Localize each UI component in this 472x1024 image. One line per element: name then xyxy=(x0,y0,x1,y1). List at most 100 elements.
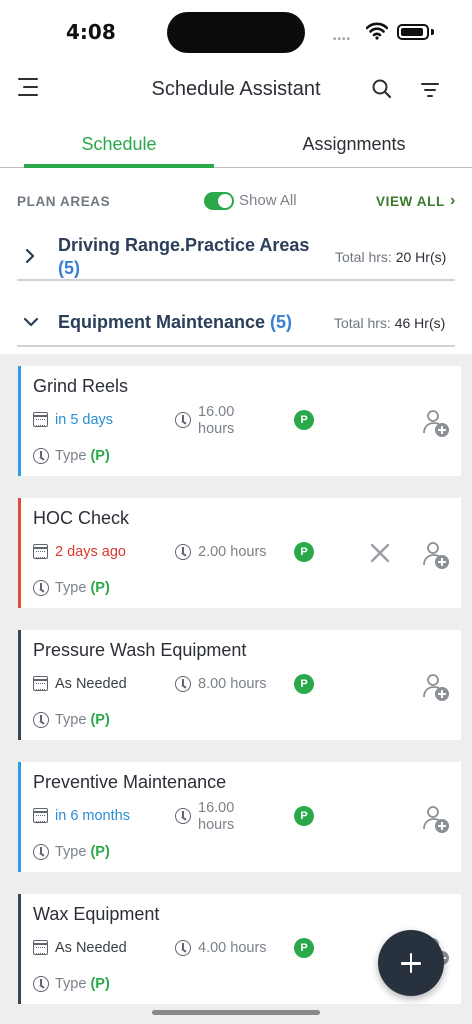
type-text: Type (P) xyxy=(55,976,110,992)
section-driving-range[interactable]: Driving Range.Practice Areas (5) Total h… xyxy=(0,232,472,282)
clock-icon xyxy=(33,976,49,992)
section-name: Equipment Maintenance xyxy=(58,312,266,332)
calendar-icon xyxy=(33,940,48,955)
add-task-button[interactable] xyxy=(378,930,444,996)
task-hours: 2.00 hours xyxy=(198,544,267,561)
status-time: 4:08 xyxy=(66,20,116,44)
due-date: in 6 months xyxy=(55,808,130,824)
priority-badge: P xyxy=(294,410,314,430)
home-indicator xyxy=(152,1010,320,1015)
section-count: (5) xyxy=(58,258,80,278)
plan-areas-label: PLAN AREAS xyxy=(17,194,111,209)
clock-icon xyxy=(33,712,49,728)
show-all-label: Show All xyxy=(239,192,297,209)
chevron-down-icon[interactable] xyxy=(24,316,38,328)
app-header: Schedule Assistant xyxy=(0,62,472,118)
clock-icon xyxy=(33,580,49,596)
close-icon[interactable] xyxy=(369,542,391,564)
add-person-icon[interactable] xyxy=(421,408,451,438)
due-date: As Needed xyxy=(55,940,127,956)
wifi-icon xyxy=(366,22,388,40)
search-icon[interactable] xyxy=(371,78,393,100)
clock-icon xyxy=(33,844,49,860)
hours-unit: hours xyxy=(198,817,235,833)
type-label: Type xyxy=(55,976,87,992)
type-text: Type (P) xyxy=(55,844,110,860)
clock-icon xyxy=(33,448,49,464)
hours-value: 8.00 hours xyxy=(198,676,267,692)
hours-value: 16.00 xyxy=(198,404,235,420)
type-value: (P) xyxy=(90,712,110,728)
hours-value: 4.00 hours xyxy=(198,940,267,956)
type-label: Type xyxy=(55,712,87,728)
task-card[interactable]: Preventive Maintenance in 6 months 16.00… xyxy=(18,762,461,872)
type-value: (P) xyxy=(90,580,110,596)
view-all-link[interactable]: VIEW ALL xyxy=(376,194,445,209)
total-value: 20 Hr(s) xyxy=(395,249,447,265)
chevron-right-icon[interactable]: › xyxy=(450,192,455,210)
task-name: Wax Equipment xyxy=(33,904,160,924)
cellular-signal-icon: •••• xyxy=(333,34,352,45)
type-text: Type (P) xyxy=(55,712,110,728)
section-name: Driving Range.Practice Areas xyxy=(58,235,310,255)
type-label: Type xyxy=(55,580,87,596)
task-list: Grind Reels in 5 days 16.00 hours P Type… xyxy=(0,354,472,1024)
tab-assignments[interactable]: Assignments xyxy=(258,134,450,155)
clock-icon xyxy=(175,544,191,560)
plus-icon xyxy=(409,953,413,973)
type-text: Type (P) xyxy=(55,580,110,596)
task-hours: 8.00 hours xyxy=(198,676,267,693)
section-divider xyxy=(17,345,455,347)
task-name: Grind Reels xyxy=(33,376,129,396)
hours-unit: hours xyxy=(198,421,235,437)
clock-icon xyxy=(175,676,191,692)
clock-icon xyxy=(175,808,191,824)
task-hours: 4.00 hours xyxy=(198,940,267,957)
due-date: in 5 days xyxy=(55,412,114,428)
task-card[interactable]: Pressure Wash Equipment As Needed 8.00 h… xyxy=(18,630,461,740)
hours-value: 2.00 hours xyxy=(198,544,267,560)
show-all-toggle[interactable] xyxy=(204,192,234,210)
task-card[interactable]: HOC Check 2 days ago 2.00 hours P Type (… xyxy=(18,498,461,608)
due-date: As Needed xyxy=(55,676,127,692)
status-bar: 4:08 •••• xyxy=(0,0,472,62)
section-title: Equipment Maintenance (5) xyxy=(58,311,328,334)
tab-schedule[interactable]: Schedule xyxy=(24,134,214,155)
calendar-icon xyxy=(33,544,48,559)
add-person-icon[interactable] xyxy=(421,540,451,570)
section-equipment-maintenance[interactable]: Equipment Maintenance (5) Total hrs: 46 … xyxy=(0,300,472,350)
section-title: Driving Range.Practice Areas (5) xyxy=(58,234,328,280)
filter-icon[interactable] xyxy=(421,82,439,98)
section-count: (5) xyxy=(270,312,293,332)
hours-value: 16.00 xyxy=(198,800,235,816)
total-label: Total hrs: xyxy=(335,249,392,265)
type-label: Type xyxy=(55,844,87,860)
add-person-icon[interactable] xyxy=(421,804,451,834)
priority-badge: P xyxy=(294,938,314,958)
section-total: Total hrs: 20 Hr(s) xyxy=(335,249,446,265)
task-name: HOC Check xyxy=(33,508,130,528)
calendar-icon xyxy=(33,808,48,823)
chevron-right-icon[interactable] xyxy=(24,249,36,263)
clock-icon xyxy=(175,940,191,956)
section-total: Total hrs: 46 Hr(s) xyxy=(334,315,445,331)
type-value: (P) xyxy=(90,448,110,464)
due-date: 2 days ago xyxy=(55,544,126,560)
total-label: Total hrs: xyxy=(334,315,391,331)
task-card[interactable]: Grind Reels in 5 days 16.00 hours P Type… xyxy=(18,366,461,476)
calendar-icon xyxy=(33,676,48,691)
type-text: Type (P) xyxy=(55,448,110,464)
battery-level xyxy=(401,28,423,36)
calendar-icon xyxy=(33,412,48,427)
dynamic-island xyxy=(167,12,305,53)
tab-bar: Schedule Assignments xyxy=(0,122,472,168)
add-person-icon[interactable] xyxy=(421,672,451,702)
priority-badge: P xyxy=(294,542,314,562)
task-hours: 16.00 hours xyxy=(198,800,234,834)
type-label: Type xyxy=(55,448,87,464)
plan-areas-row: PLAN AREAS Show All VIEW ALL › xyxy=(0,184,472,218)
clock-icon xyxy=(175,412,191,428)
toggle-knob xyxy=(218,194,232,208)
page-title: Schedule Assistant xyxy=(151,78,321,100)
type-value: (P) xyxy=(90,976,110,992)
